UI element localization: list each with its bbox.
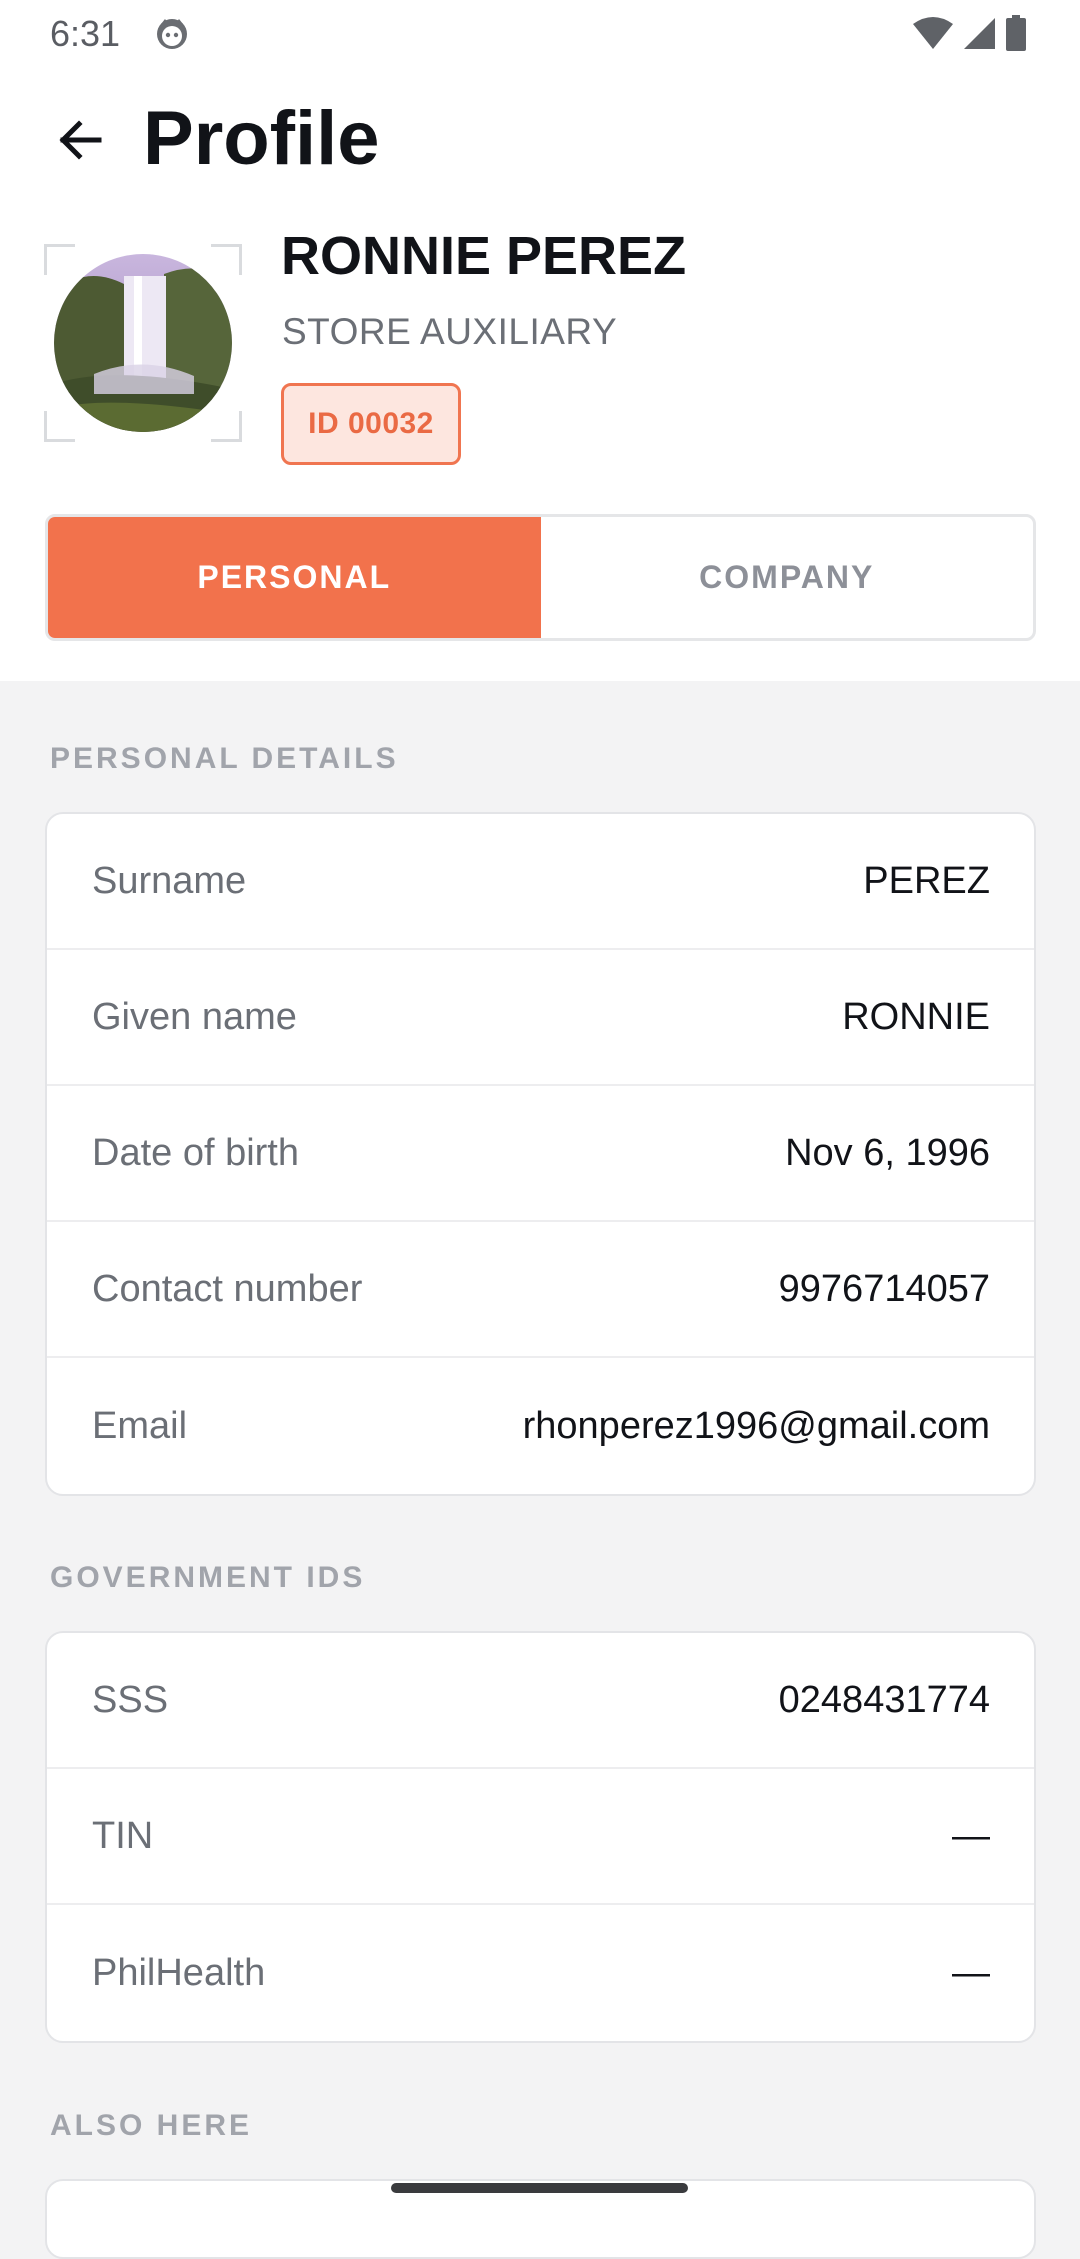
id-badge: ID 00032 bbox=[281, 383, 461, 465]
row-label: Surname bbox=[92, 859, 247, 902]
row-label: Given name bbox=[92, 995, 297, 1038]
section-title-government-ids: GOVERNMENT IDS bbox=[50, 1561, 366, 1594]
face-icon bbox=[157, 19, 187, 49]
avatar-frame[interactable] bbox=[44, 244, 242, 442]
detail-row-sss: SSS 0248431774 bbox=[47, 1633, 1034, 1769]
frame-corner bbox=[44, 411, 75, 442]
section-title-personal-details: PERSONAL DETAILS bbox=[50, 742, 399, 775]
arrow-left-icon bbox=[59, 120, 102, 160]
detail-row-surname: Surname PEREZ bbox=[47, 814, 1034, 950]
battery-icon bbox=[1006, 15, 1026, 51]
signal-icon bbox=[964, 18, 995, 49]
frame-corner bbox=[211, 411, 242, 442]
employee-name: RONNIE PEREZ bbox=[281, 226, 687, 286]
row-label: Contact number bbox=[92, 1267, 363, 1310]
row-label: Date of birth bbox=[92, 1131, 299, 1174]
employee-role: STORE AUXILIARY bbox=[282, 311, 618, 352]
row-value: rhonperez1996@gmail.com bbox=[522, 1404, 990, 1447]
row-value: RONNIE bbox=[842, 995, 990, 1038]
personal-details-card: Surname PEREZ Given name RONNIE Date of … bbox=[45, 812, 1036, 1496]
wifi-icon bbox=[913, 17, 953, 49]
tab-personal[interactable]: PERSONAL bbox=[48, 517, 541, 638]
section-title-also-here: ALSO HERE bbox=[50, 2109, 253, 2142]
tab-company[interactable]: COMPANY bbox=[541, 517, 1034, 638]
detail-row-philhealth: PhilHealth — bbox=[47, 1905, 1034, 2041]
government-ids-card: SSS 0248431774 TIN — PhilHealth — bbox=[45, 1631, 1036, 2043]
status-time: 6:31 bbox=[50, 13, 121, 54]
avatar bbox=[54, 254, 232, 432]
row-label: Email bbox=[92, 1404, 188, 1447]
row-label: PhilHealth bbox=[92, 1951, 266, 1994]
detail-row-tin: TIN — bbox=[47, 1769, 1034, 1905]
detail-row-email: Email rhonperez1996@gmail.com bbox=[47, 1358, 1034, 1494]
detail-row-contact-number: Contact number 9976714057 bbox=[47, 1222, 1034, 1358]
row-value: 9976714057 bbox=[778, 1267, 990, 1310]
home-indicator[interactable] bbox=[391, 2183, 688, 2193]
detail-row-given-name: Given name RONNIE bbox=[47, 950, 1034, 1086]
frame-corner bbox=[44, 244, 75, 275]
row-value: — bbox=[952, 1814, 990, 1857]
frame-corner bbox=[211, 244, 242, 275]
detail-row-date-of-birth: Date of birth Nov 6, 1996 bbox=[47, 1086, 1034, 1222]
row-value: 0248431774 bbox=[778, 1678, 990, 1721]
status-icons bbox=[912, 14, 1028, 52]
profile-tabs: PERSONAL COMPANY bbox=[45, 514, 1036, 641]
row-value: Nov 6, 1996 bbox=[785, 1131, 990, 1174]
back-button[interactable] bbox=[48, 108, 112, 172]
row-label: TIN bbox=[92, 1814, 154, 1857]
row-label: SSS bbox=[92, 1678, 169, 1721]
row-value: PEREZ bbox=[863, 859, 990, 902]
page-title: Profile bbox=[143, 96, 380, 181]
header-area: 6:31 Profile RONNIE PEREZ STORE AUXILIAR… bbox=[0, 0, 1080, 681]
row-value: — bbox=[952, 1951, 990, 1994]
